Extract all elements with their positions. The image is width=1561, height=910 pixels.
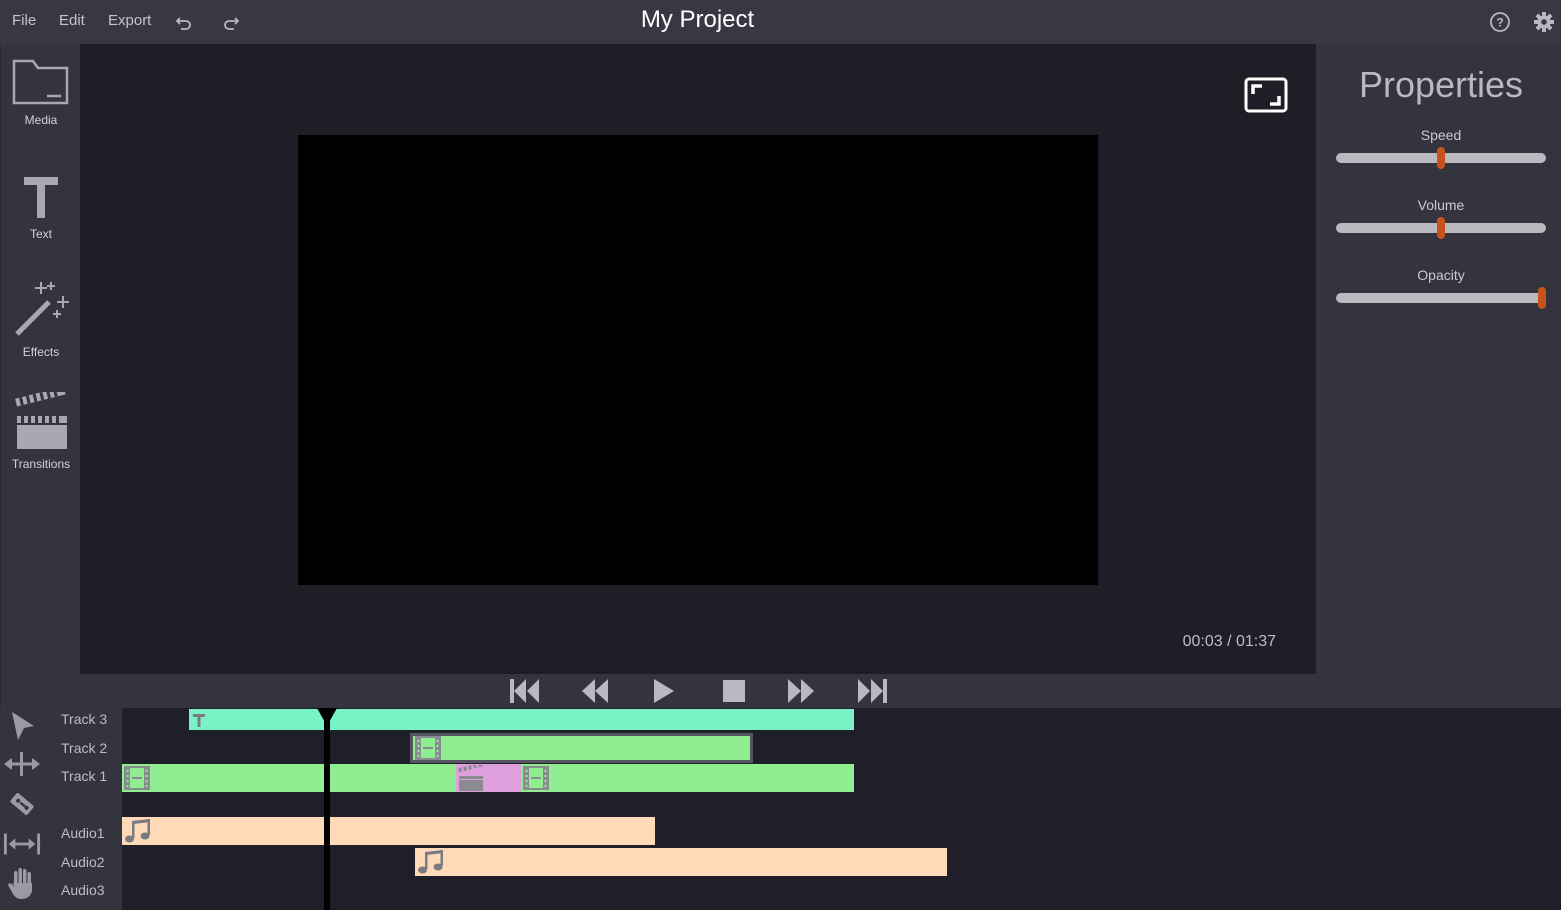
properties-panel: Properties Speed Volume Opacity — [1316, 44, 1561, 708]
playhead-handle[interactable] — [317, 708, 337, 726]
speed-label: Speed — [1420, 127, 1462, 143]
volume-slider[interactable] — [1336, 217, 1546, 239]
stretch-icon[interactable] — [3, 826, 41, 862]
speed-slider[interactable] — [1336, 147, 1546, 169]
text-icon — [193, 713, 205, 727]
preview-area: 00:03 / 01:37 — [80, 44, 1316, 674]
skip-to-end-icon[interactable] — [855, 676, 891, 706]
top-menu-bar: File Edit Export My Project ? — [0, 0, 1561, 44]
opacity-label: Opacity — [1417, 267, 1465, 283]
film-icon — [124, 766, 150, 790]
opacity-slider[interactable] — [1336, 287, 1546, 309]
play-icon[interactable] — [650, 676, 678, 706]
left-sidebar: Media Text Effects Transitions — [0, 44, 80, 708]
text-icon — [24, 177, 58, 218]
help-icon[interactable]: ? — [1488, 10, 1512, 34]
video-clip[interactable] — [122, 764, 324, 792]
film-icon — [523, 766, 549, 790]
clapperboard-icon — [15, 386, 67, 449]
volume-label: Volume — [1417, 197, 1465, 213]
audio-clip[interactable] — [330, 817, 655, 845]
music-note-icon — [125, 819, 150, 843]
video-clip[interactable] — [410, 733, 753, 763]
pointer-icon[interactable] — [3, 708, 41, 744]
film-icon — [415, 736, 441, 760]
transition-clip[interactable] — [456, 764, 521, 792]
magic-wand-icon — [15, 282, 69, 336]
settings-icon[interactable] — [1532, 10, 1556, 34]
timecode: 00:03 / 01:37 — [1182, 633, 1276, 650]
audio-clip[interactable] — [122, 817, 324, 845]
svg-text:?: ? — [1496, 16, 1503, 30]
razor-icon[interactable] — [3, 786, 41, 822]
video-clip[interactable] — [330, 764, 456, 792]
track-label-audio1: Audio1 — [61, 825, 105, 841]
track-label-track1: Track 1 — [61, 768, 108, 784]
hand-icon[interactable] — [3, 866, 41, 902]
project-title: My Project — [640, 6, 755, 33]
track-label-audio2: Audio2 — [61, 854, 105, 870]
video-preview-screen[interactable] — [298, 135, 1098, 585]
sidebar-item-label: Transitions — [11, 457, 71, 471]
slider-thumb[interactable] — [1437, 217, 1445, 239]
audio-clip[interactable] — [415, 848, 947, 876]
properties-title: Properties — [1358, 64, 1524, 105]
text-clip[interactable] — [189, 709, 854, 730]
music-note-icon — [418, 850, 443, 874]
sidebar-item-label: Effects — [22, 345, 60, 359]
slider-thumb[interactable] — [1538, 287, 1546, 309]
folder-icon — [12, 59, 69, 105]
track-label-track3: Track 3 — [61, 711, 108, 727]
transport-bar — [80, 674, 1316, 708]
stop-icon[interactable] — [720, 676, 748, 706]
sidebar-item-effects[interactable]: Effects — [1, 280, 81, 359]
timeline: Track 3 Track 2 Track 1 Audio1 Audio2 Au… — [0, 708, 1561, 910]
skip-to-start-icon[interactable] — [506, 676, 542, 706]
rewind-icon[interactable] — [578, 676, 612, 706]
video-clip[interactable] — [521, 764, 854, 792]
track-label-audio3: Audio3 — [61, 882, 105, 898]
track-names: Track 3 Track 2 Track 1 Audio1 Audio2 Au… — [45, 708, 122, 910]
fullscreen-icon[interactable] — [1244, 77, 1288, 113]
playhead[interactable] — [324, 708, 330, 910]
sidebar-item-text[interactable]: Text — [1, 172, 81, 241]
sidebar-item-label: Text — [29, 227, 52, 241]
slider-thumb[interactable] — [1437, 147, 1445, 169]
sidebar-item-transitions[interactable]: Transitions — [1, 386, 81, 471]
fast-forward-icon[interactable] — [784, 676, 818, 706]
sidebar-item-media[interactable]: Media — [1, 58, 81, 127]
track-label-track2: Track 2 — [61, 740, 108, 756]
clapperboard-icon — [458, 765, 483, 791]
timeline-lanes[interactable] — [122, 708, 1561, 910]
sidebar-item-label: Media — [24, 113, 58, 127]
move-icon[interactable] — [3, 746, 41, 782]
timeline-tools — [0, 708, 45, 910]
